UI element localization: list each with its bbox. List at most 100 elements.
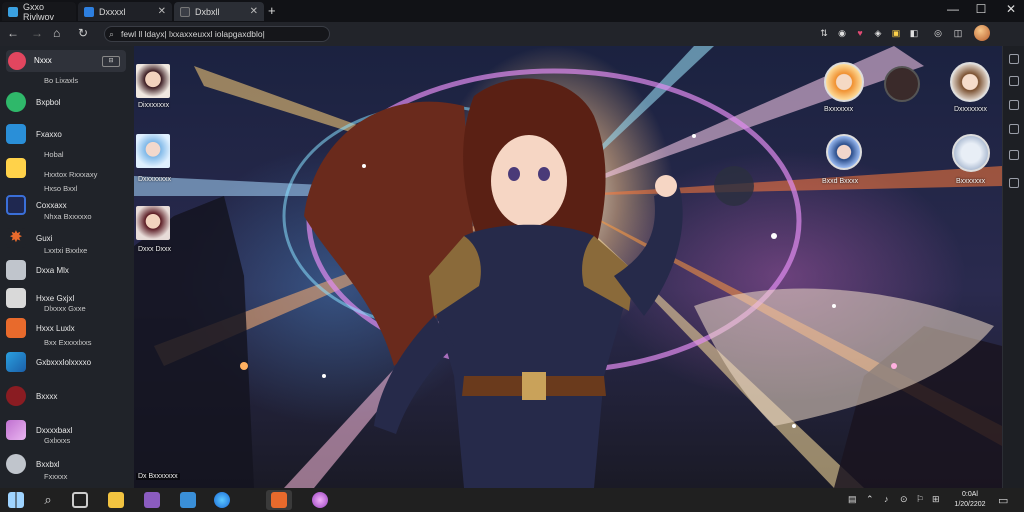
profile-avatar[interactable] — [974, 25, 990, 41]
right-tool-rail — [1002, 46, 1024, 488]
extension-icon[interactable]: ◫ — [952, 27, 964, 39]
sidebar-item-nxxx[interactable]: Nxxx ⊟ — [6, 50, 126, 72]
sidebar-subitem[interactable]: Hxso Bxxl — [44, 184, 77, 193]
extension-icon[interactable]: ◉ — [836, 27, 848, 39]
close-window-button[interactable]: ✕ — [1002, 2, 1020, 16]
sidebar-item-label: Coxxaxx — [36, 200, 67, 210]
sidebar-subitem[interactable]: Bxx Exxxxlxxs — [44, 338, 92, 347]
chat-app-icon[interactable] — [144, 492, 160, 508]
sidebar-subitem[interactable]: Lxxtxi Bxxlxe — [44, 246, 87, 255]
app-icon — [6, 386, 26, 406]
task-view-icon[interactable] — [72, 492, 88, 508]
sidebar-item[interactable]: Fxaxxo — [6, 124, 62, 144]
paint-app-icon[interactable] — [271, 492, 287, 508]
tab-close-icon[interactable]: ✕ — [158, 6, 166, 17]
extension-icon[interactable]: ♥ — [854, 27, 866, 39]
tab-favicon-icon — [84, 6, 94, 17]
avatar-left-2[interactable] — [136, 134, 170, 168]
avatar-right-2[interactable] — [884, 66, 920, 102]
address-bar[interactable]: ⌕ fewl ll ldayx| lxxaxxeuxxl iolapgaxdbl… — [104, 26, 330, 42]
browser-toolbar: ← → ⌂ ↻ ⌕ fewl ll ldayx| lxxaxxeuxxl iol… — [0, 22, 1024, 46]
sidebar-subitem[interactable]: Dlxxxx Gxxe — [44, 304, 86, 313]
file-explorer-icon[interactable] — [108, 492, 124, 508]
address-text: fewl ll ldayx| lxxaxxeuxxl iolapgaxdblo| — [121, 29, 265, 39]
avatar-right-4[interactable] — [826, 134, 862, 170]
extension-icon[interactable]: ▣ — [890, 27, 902, 39]
sidebar-item-label: Bxxbxl — [36, 459, 60, 469]
start-icon[interactable] — [8, 492, 24, 508]
sidebar-item-label: Hxxx Luxlx — [36, 323, 75, 333]
sidebar-subitem[interactable]: Hxxtox Rxxxaxy — [44, 170, 97, 179]
clock-time: 0:0Al — [962, 491, 978, 498]
extension-icon[interactable]: ◈ — [872, 27, 884, 39]
sidebar-item[interactable] — [6, 158, 36, 178]
sidebar-item-label: Guxi — [36, 233, 53, 243]
sidebar-item[interactable]: Dxxa Mlx — [6, 260, 69, 280]
sidebar-item-label: Nxxx — [34, 56, 52, 65]
rail-tool-icon[interactable] — [1009, 76, 1019, 86]
sidebar-item-label: Gxbxxxlolxxxxo — [36, 357, 92, 367]
rail-tool-icon[interactable] — [1009, 150, 1019, 160]
extension-icon[interactable]: ◎ — [932, 27, 944, 39]
tab-favicon-icon — [180, 6, 190, 17]
back-button[interactable]: ← — [7, 26, 19, 40]
rail-tool-icon[interactable] — [1009, 54, 1019, 64]
avatar-left-3[interactable] — [136, 206, 170, 240]
browser-icon[interactable] — [214, 492, 230, 508]
avatar-right-3[interactable] — [950, 62, 990, 102]
home-button[interactable]: ⌂ — [53, 26, 60, 40]
sidebar-item-label: Hxxe Gxjxl — [36, 293, 75, 303]
tray-icon[interactable]: ▤ — [848, 494, 857, 505]
rail-tool-icon[interactable] — [1009, 124, 1019, 134]
avatar-left-1[interactable] — [136, 64, 170, 98]
sidebar-item[interactable]: Bxxbxl — [6, 454, 60, 474]
sidebar-item[interactable]: Gxbxxxlolxxxxo — [6, 352, 91, 372]
tray-grid-icon[interactable]: ⊞ — [932, 494, 940, 505]
app-icon — [6, 158, 26, 178]
sidebar-subitem[interactable]: Fxxxxx — [44, 472, 67, 481]
sidebar-subitem[interactable]: Gxlxxxs — [44, 436, 70, 445]
tab-gxxo[interactable]: Gxxo Rivlwov — [2, 1, 76, 22]
extension-icon[interactable]: ⇅ — [818, 27, 830, 39]
search-icon[interactable]: ⌕ — [40, 492, 56, 508]
rail-tool-icon[interactable] — [1009, 178, 1019, 188]
sidebar-item[interactable]: Bxpbol — [6, 92, 60, 112]
avatar-label: Dxxxxxxxx — [954, 106, 988, 113]
notification-icon[interactable]: ▭ — [998, 494, 1008, 507]
app-icon — [6, 318, 26, 338]
extension-icon[interactable]: ◧ — [908, 27, 920, 39]
tab-dxbxll-active[interactable]: Dxbxll ✕ — [174, 2, 264, 21]
forward-button[interactable]: → — [31, 26, 43, 40]
avatar-right-1[interactable] — [824, 62, 864, 102]
system-clock[interactable]: 0:0Al 1/20/2202 — [950, 490, 990, 510]
rail-tool-icon[interactable] — [1009, 100, 1019, 110]
tab-label: Dxbxll — [195, 6, 220, 17]
tab-dxxxxl[interactable]: Dxxxxl ✕ — [78, 2, 172, 21]
store-icon[interactable] — [180, 492, 196, 508]
minimize-button[interactable]: — — [944, 2, 962, 16]
tab-label: Gxxo Rivlwov — [23, 1, 55, 22]
sidebar-subitem[interactable]: Nhxa Bxxxxxo — [44, 212, 92, 221]
media-app-icon[interactable] — [312, 492, 328, 508]
character-face — [491, 135, 567, 227]
maximize-button[interactable]: ☐ — [972, 2, 990, 16]
window-mini-icon[interactable]: ⊟ — [102, 56, 120, 67]
sidebar-subitem[interactable]: Bo Lixaxls — [44, 76, 78, 85]
tray-chevron-icon[interactable]: ⌃ — [866, 494, 874, 505]
volume-icon[interactable]: ♪ — [884, 494, 889, 504]
tab-close-icon[interactable]: ✕ — [250, 6, 258, 17]
sidebar-subitem[interactable]: Hobal — [44, 150, 64, 159]
reload-button[interactable]: ↻ — [78, 26, 88, 40]
sidebar-item[interactable]: ✸ Guxi — [6, 228, 52, 248]
avatar-right-5[interactable] — [952, 134, 990, 172]
network-icon[interactable]: ⊙ — [900, 494, 908, 505]
sidebar-item-label: Fxaxxo — [36, 129, 62, 139]
sidebar-item[interactable]: Hxxx Luxlx — [6, 318, 75, 338]
tab-favicon-icon — [8, 6, 18, 17]
sidebar-item[interactable]: Bxxxx — [6, 386, 57, 406]
avatar-label: Bxxxxxxx — [824, 106, 854, 113]
flag-icon[interactable]: ⚐ — [916, 494, 924, 505]
app-icon — [8, 52, 26, 70]
new-tab-button[interactable]: + — [268, 3, 276, 18]
app-icon — [6, 260, 26, 280]
